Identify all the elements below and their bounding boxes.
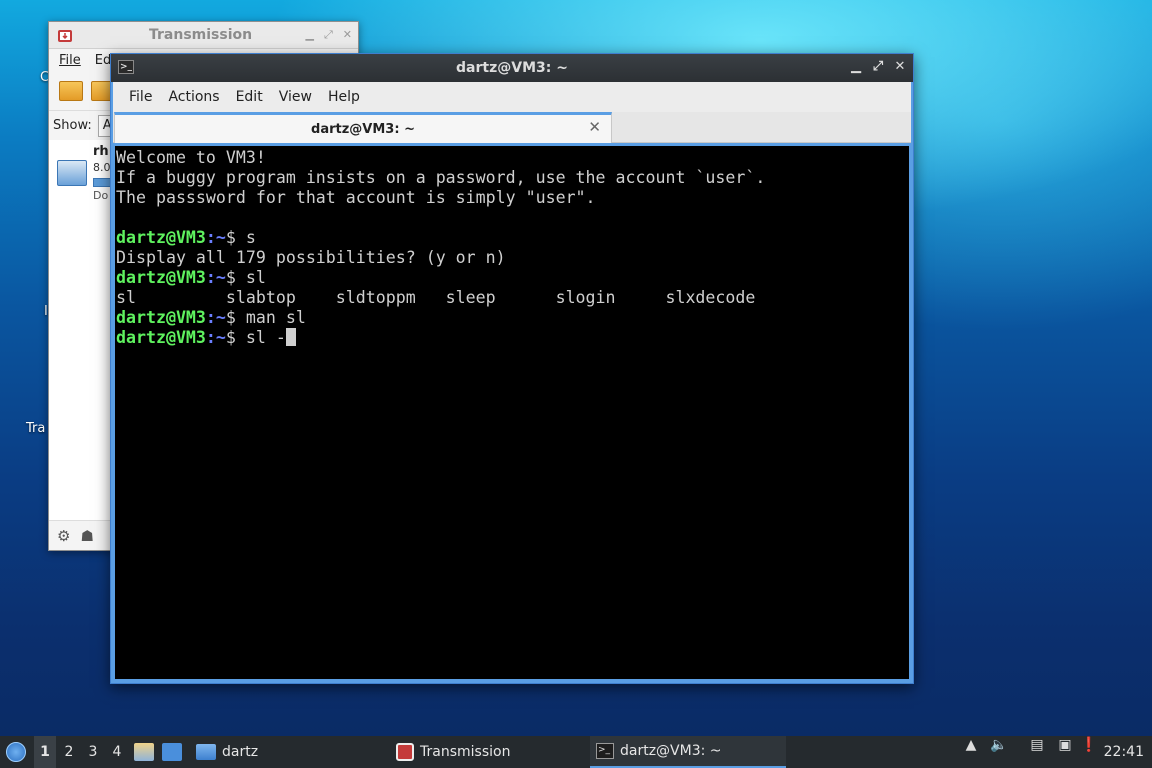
terminal-icon: >_ — [596, 743, 614, 759]
terminal-output[interactable]: Welcome to VM3! If a buggy program insist… — [114, 145, 910, 680]
task-label: dartz@VM3: ~ — [620, 743, 722, 759]
prompt-path: :~ — [205, 308, 226, 327]
show-desktop-icon — [162, 743, 182, 761]
quicklaunch-files[interactable] — [134, 736, 154, 768]
terminal-window[interactable]: >_ dartz@VM3: ~ ▁ ⤢ ✕ File Actions Edit … — [110, 53, 914, 684]
prompt-command: $ sl - — [225, 328, 286, 347]
terminal-line: The passsword for that account is simply… — [116, 188, 909, 208]
network-icon[interactable]: ▣ — [1056, 736, 1074, 754]
terminal-tab[interactable]: dartz@VM3: ~ ✕ — [114, 112, 612, 143]
clipboard-icon[interactable]: ▤ — [1028, 736, 1046, 754]
terminal-line: dartz@VM3:~$ sl - — [116, 328, 909, 348]
menu-help[interactable]: Help — [322, 87, 366, 107]
transmission-titlebar[interactable]: Transmission ▁ ⤢ ✕ — [49, 22, 358, 49]
torrent-folder-icon — [57, 160, 87, 186]
minimize-icon[interactable]: ▁ — [306, 28, 314, 42]
tray-up-icon[interactable]: ▲ — [962, 736, 980, 754]
prompt-path: :~ — [205, 328, 226, 347]
task-dartz[interactable]: dartz — [190, 736, 380, 768]
start-menu-button[interactable] — [4, 736, 28, 768]
prompt-user: dartz@VM3 — [116, 268, 206, 287]
terminal-title: dartz@VM3: ~ — [456, 60, 568, 76]
maximize-icon[interactable]: ⤢ — [324, 28, 333, 42]
workspace-4[interactable]: 4 — [106, 736, 128, 768]
prompt-command: $ man sl — [225, 308, 306, 327]
workspace-3[interactable]: 3 — [82, 736, 104, 768]
task-label: Transmission — [420, 744, 511, 760]
update-notifier-icon[interactable]: ❗ — [1080, 736, 1098, 754]
menu-file[interactable]: File — [59, 53, 81, 68]
prompt-path: :~ — [205, 268, 226, 287]
prompt-user: dartz@VM3 — [116, 308, 206, 327]
filter-label: Show: — [53, 118, 92, 133]
turtle-icon[interactable]: ☗ — [80, 527, 93, 545]
terminal-titlebar[interactable]: >_ dartz@VM3: ~ ▁ ⤢ ✕ — [111, 54, 913, 82]
torrent-name: rh — [93, 144, 109, 159]
terminal-line: Welcome to VM3! — [116, 148, 909, 168]
close-icon[interactable]: ✕ — [893, 59, 907, 75]
output-text: The passsword for that account is simply… — [116, 188, 596, 207]
clock[interactable]: 22:41 — [1104, 736, 1144, 768]
prompt-path: :~ — [205, 228, 226, 247]
terminal-line: dartz@VM3:~$ sl — [116, 268, 909, 288]
desktop-label-trash[interactable]: Tra — [26, 421, 45, 436]
minimize-icon[interactable]: ▁ — [849, 59, 863, 75]
terminal-icon: >_ — [118, 60, 134, 74]
terminal-line: dartz@VM3:~$ s — [116, 228, 909, 248]
output-text: Welcome to VM3! — [116, 148, 266, 167]
menu-edit[interactable]: Edit — [230, 87, 269, 107]
workspace-1[interactable]: 1 — [34, 736, 56, 768]
transmission-icon — [396, 743, 414, 761]
gear-icon[interactable]: ⚙ — [57, 527, 70, 545]
maximize-icon[interactable]: ⤢ — [871, 59, 885, 75]
text-cursor — [285, 328, 296, 346]
terminal-line: If a buggy program insists on a password… — [116, 168, 909, 188]
folder-icon — [196, 744, 216, 760]
menu-view[interactable]: View — [273, 87, 318, 107]
prompt-user: dartz@VM3 — [116, 228, 206, 247]
prompt-command: $ s — [225, 228, 256, 247]
terminal-menubar: File Actions Edit View Help — [113, 82, 911, 112]
taskbar: 1 2 3 4 dartz Transmission >_ dartz@VM3:… — [0, 736, 1152, 768]
menu-file[interactable]: File — [123, 87, 158, 107]
tab-close-icon[interactable]: ✕ — [588, 118, 601, 136]
quicklaunch-desktop[interactable] — [162, 736, 182, 768]
tab-label: dartz@VM3: ~ — [311, 121, 415, 137]
task-label: dartz — [222, 744, 259, 760]
workspace-2[interactable]: 2 — [58, 736, 80, 768]
open-folder-icon[interactable] — [59, 80, 83, 101]
terminal-line: sl slabtop sldtoppm sleep slogin slxdeco… — [116, 288, 909, 308]
output-text: sl slabtop sldtoppm sleep slogin slxdeco… — [116, 288, 756, 307]
close-icon[interactable]: ✕ — [343, 28, 352, 42]
output-text: If a buggy program insists on a password… — [116, 168, 766, 187]
menu-edit[interactable]: Ed — [95, 53, 111, 68]
prompt-user: dartz@VM3 — [116, 328, 206, 347]
task-transmission[interactable]: Transmission — [390, 736, 586, 768]
transmission-title: Transmission — [149, 27, 253, 43]
torrent-status: Do — [93, 189, 109, 202]
terminal-line: Display all 179 possibilities? (y or n) — [116, 248, 909, 268]
torrent-size: 8.0 — [93, 161, 111, 174]
prompt-command: $ sl — [225, 268, 266, 287]
terminal-line: dartz@VM3:~$ man sl — [116, 308, 909, 328]
output-text: Display all 179 possibilities? (y or n) — [116, 248, 506, 267]
terminal-tabbar: dartz@VM3: ~ ✕ — [113, 112, 911, 143]
lxqt-logo-icon — [6, 742, 26, 762]
task-terminal[interactable]: >_ dartz@VM3: ~ — [590, 736, 786, 768]
volume-icon[interactable]: 🔈 — [990, 736, 1008, 754]
transmission-app-icon — [58, 30, 72, 42]
menu-actions[interactable]: Actions — [162, 87, 225, 107]
file-manager-icon — [134, 743, 154, 761]
